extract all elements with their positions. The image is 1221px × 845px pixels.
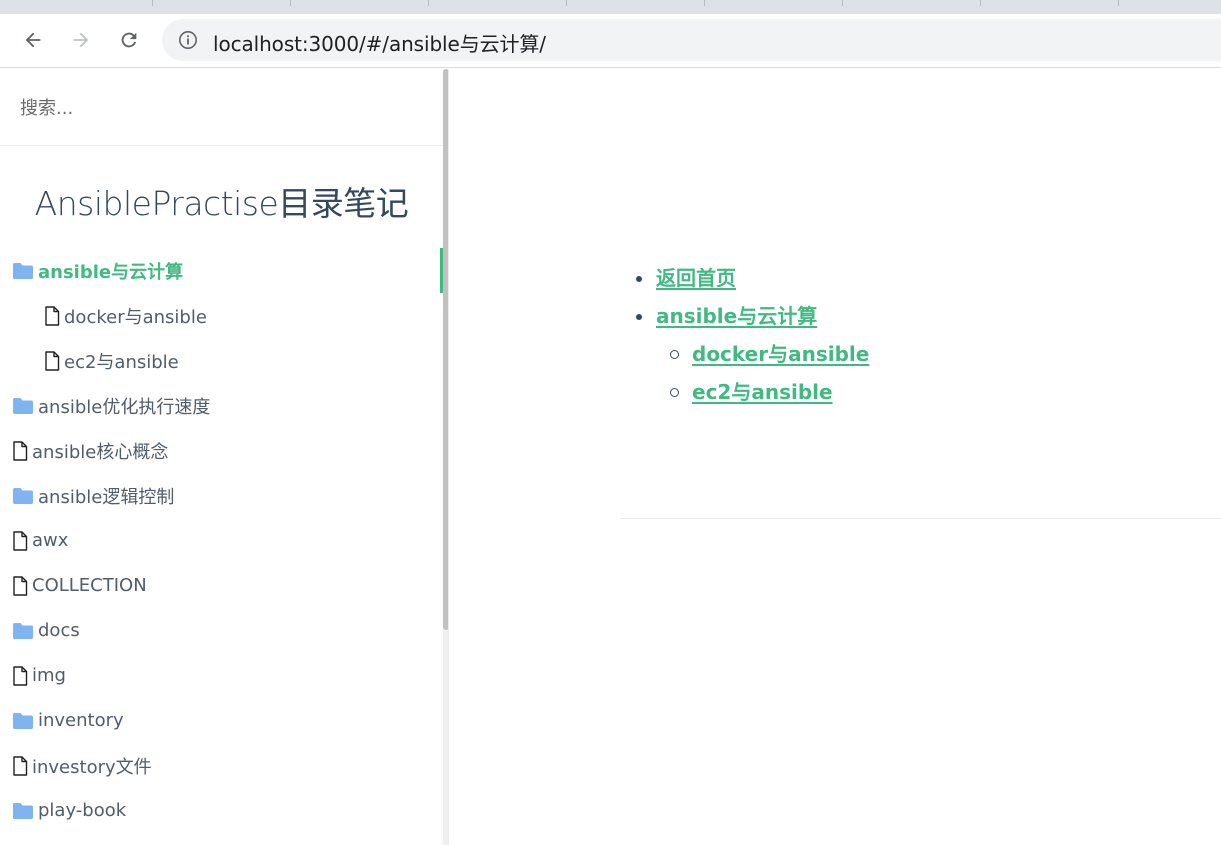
tab-strip [0,0,1221,14]
file-icon [12,530,28,551]
tab-separator [842,0,843,6]
folder-icon [12,622,34,640]
sidebar-item-label: inventory [38,710,124,731]
toc-item: ec2与ansible [634,373,869,411]
url-text[interactable]: localhost:3000/#/ansible与云计算/ [213,28,546,57]
arrow-left-icon [25,32,41,48]
app-name[interactable]: AnsiblePractise目录笔记 [0,177,443,225]
tab-separator [980,0,981,6]
sidebar-item-label: COLLECTION [32,575,147,596]
sidebar-item[interactable]: docs [0,608,443,653]
folder-icon [12,397,34,415]
file-icon [12,665,28,686]
sidebar-item[interactable]: docker与ansible [0,293,443,338]
sidebar-item-label: awx [32,530,69,551]
file-icon [44,305,60,326]
toc-link[interactable]: 返回首页 [656,266,736,290]
toc-link[interactable]: ec2与ansible [692,380,833,404]
toc-link[interactable]: docker与ansible [692,342,869,366]
toc-link[interactable]: ansible与云计算 [656,304,817,328]
sidebar-item-label: ansible逻辑控制 [38,486,175,508]
sidebar-item-label: docs [38,620,80,641]
sidebar-item-label: investory文件 [32,756,152,778]
sidebar-item[interactable]: play-book [0,788,443,833]
reload-icon [121,32,137,48]
sidebar-item-label: ansible与云计算 [38,261,184,283]
toc-item: ansible与云计算 [634,297,869,335]
table-of-contents: 返回首页 ansible与云计算 docker与ansible ec2与ansible [634,259,869,411]
folder-icon [12,262,34,280]
sidebar-item-label: ansible核心概念 [32,441,169,463]
sidebar-item[interactable]: ansible逻辑控制 [0,473,443,518]
toc-item: docker与ansible [634,335,869,373]
sidebar-item[interactable]: investory文件 [0,743,443,788]
sidebar-item[interactable]: awx [0,518,443,563]
sidebar-item[interactable]: COLLECTION [0,563,443,608]
folder-icon [12,712,34,730]
sidebar: AnsiblePractise目录笔记 ansible与云计算 docker与an… [0,69,449,845]
sidebar-item-label: play-book [38,800,127,821]
main-content: 返回首页 ansible与云计算 docker与ansible ec2与ansible [449,69,1221,845]
sidebar-tree: ansible与云计算 docker与ansible ec2与ansible ansi… [0,248,443,833]
sidebar-item[interactable]: ansible优化执行速度 [0,383,443,428]
file-icon [12,755,28,776]
sidebar-item[interactable]: ansible与云计算 [0,248,443,293]
sidebar-item-label: ansible优化执行速度 [38,396,211,418]
folder-icon [12,802,34,820]
tab-separator [428,0,429,6]
sidebar-item[interactable]: ec2与ansible [0,338,443,383]
tab-separator [1118,0,1119,6]
back-button[interactable] [16,23,50,57]
tab-separator [566,0,567,6]
sidebar-item[interactable]: inventory [0,698,443,743]
reload-button[interactable] [112,23,146,57]
tab-separator [290,0,291,6]
file-icon [12,440,28,461]
search-box [0,69,443,146]
sidebar-item-label: ec2与ansible [64,351,179,373]
tab-separator [704,0,705,6]
sidebar-item-label: img [32,665,66,686]
info-icon[interactable] [178,30,198,50]
tab-separator [152,0,153,6]
forward-button[interactable] [64,23,98,57]
toc-item: 返回首页 [634,259,869,297]
sidebar-item[interactable]: img [0,653,443,698]
search-input[interactable] [20,93,420,123]
toc-list: 返回首页 ansible与云计算 docker与ansible ec2与ansible [634,259,869,411]
divider [620,518,1221,519]
address-bar[interactable]: localhost:3000/#/ansible与云计算/ [162,19,1221,61]
file-icon [44,350,60,371]
file-icon [12,575,28,596]
browser-toolbar: localhost:3000/#/ansible与云计算/ [0,14,1221,68]
sidebar-item[interactable]: ansible核心概念 [0,428,443,473]
sidebar-item-label: docker与ansible [64,306,207,328]
arrow-right-icon [73,32,89,48]
folder-icon [12,487,34,505]
